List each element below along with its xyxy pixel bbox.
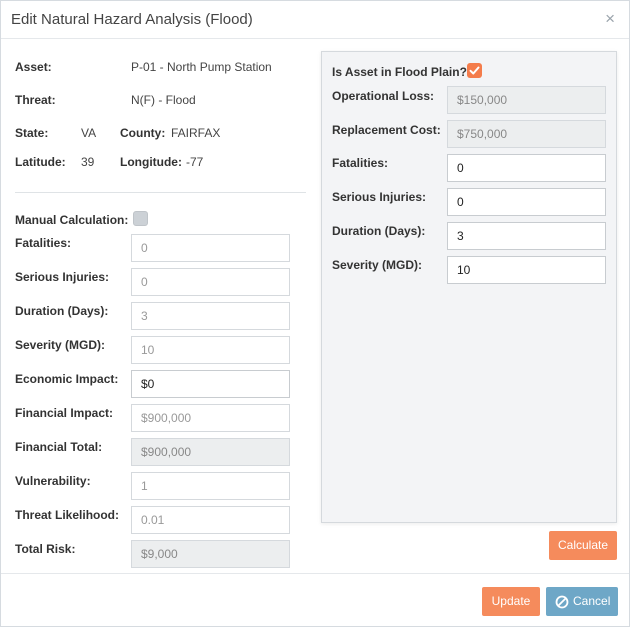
- dialog-footer-divider: [1, 573, 629, 574]
- panel-severity-label: Severity (MGD):: [332, 258, 423, 272]
- check-icon: [469, 66, 480, 75]
- panel-duration-input[interactable]: [447, 222, 606, 250]
- threat-value: N(F) - Flood: [131, 93, 196, 107]
- replacement-cost-label: Replacement Cost:: [332, 123, 441, 137]
- dialog-header: Edit Natural Hazard Analysis (Flood) ×: [1, 1, 629, 39]
- cancel-circle-icon: [555, 595, 569, 608]
- longitude-value: -77: [186, 155, 204, 169]
- operational-loss-input: [447, 86, 606, 114]
- panel-fatalities-label: Fatalities:: [332, 156, 389, 170]
- flood-plain-checkbox[interactable]: [467, 63, 482, 78]
- economic-impact-input[interactable]: [131, 370, 290, 398]
- financial-impact-input[interactable]: [131, 404, 290, 432]
- flood-plain-label: Is Asset in Flood Plain?: [332, 65, 467, 79]
- latitude-label: Latitude:: [15, 155, 66, 169]
- financial-impact-label: Financial Impact:: [15, 406, 114, 420]
- vulnerability-input[interactable]: [131, 472, 290, 500]
- asset-value: P-01 - North Pump Station: [131, 60, 272, 74]
- threat-likelihood-label: Threat Likelihood:: [15, 508, 120, 522]
- duration-input[interactable]: [131, 302, 290, 330]
- threat-label: Threat:: [15, 93, 56, 107]
- financial-total-label: Financial Total:: [15, 440, 103, 454]
- replacement-cost-input: [447, 120, 606, 148]
- manual-calculation-label: Manual Calculation:: [15, 213, 129, 227]
- fatalities-input[interactable]: [131, 234, 290, 262]
- county-value: FAIRFAX: [171, 126, 221, 140]
- total-risk-input: [131, 540, 290, 568]
- economic-impact-label: Economic Impact:: [15, 372, 119, 386]
- operational-loss-label: Operational Loss:: [332, 89, 435, 103]
- panel-severity-input[interactable]: [447, 256, 606, 284]
- county-label: County:: [120, 126, 166, 140]
- section-divider: [15, 192, 306, 193]
- panel-serious-injuries-input[interactable]: [447, 188, 606, 216]
- threat-likelihood-input[interactable]: [131, 506, 290, 534]
- panel-duration-label: Duration (Days):: [332, 224, 426, 238]
- serious-injuries-input[interactable]: [131, 268, 290, 296]
- severity-input[interactable]: [131, 336, 290, 364]
- asset-label: Asset:: [15, 60, 52, 74]
- manual-calculation-checkbox[interactable]: [133, 211, 148, 226]
- calculate-button[interactable]: Calculate: [549, 531, 617, 560]
- vulnerability-label: Vulnerability:: [15, 474, 91, 488]
- serious-injuries-label: Serious Injuries:: [15, 270, 110, 284]
- duration-label: Duration (Days):: [15, 304, 109, 318]
- longitude-label: Longitude:: [120, 155, 182, 169]
- panel-fatalities-input[interactable]: [447, 154, 606, 182]
- total-risk-label: Total Risk:: [15, 542, 76, 556]
- update-button[interactable]: Update: [482, 587, 540, 616]
- cancel-button[interactable]: Cancel: [546, 587, 618, 616]
- latitude-value: 39: [81, 155, 95, 169]
- state-value: VA: [81, 126, 97, 140]
- financial-total-input: [131, 438, 290, 466]
- close-icon[interactable]: ×: [605, 10, 615, 27]
- edit-hazard-dialog: Edit Natural Hazard Analysis (Flood) × A…: [0, 0, 630, 627]
- state-label: State:: [15, 126, 49, 140]
- panel-serious-injuries-label: Serious Injuries:: [332, 190, 427, 204]
- dialog-title: Edit Natural Hazard Analysis (Flood): [11, 11, 253, 28]
- severity-label: Severity (MGD):: [15, 338, 106, 352]
- fatalities-label: Fatalities:: [15, 236, 72, 250]
- cancel-label: Cancel: [573, 594, 611, 608]
